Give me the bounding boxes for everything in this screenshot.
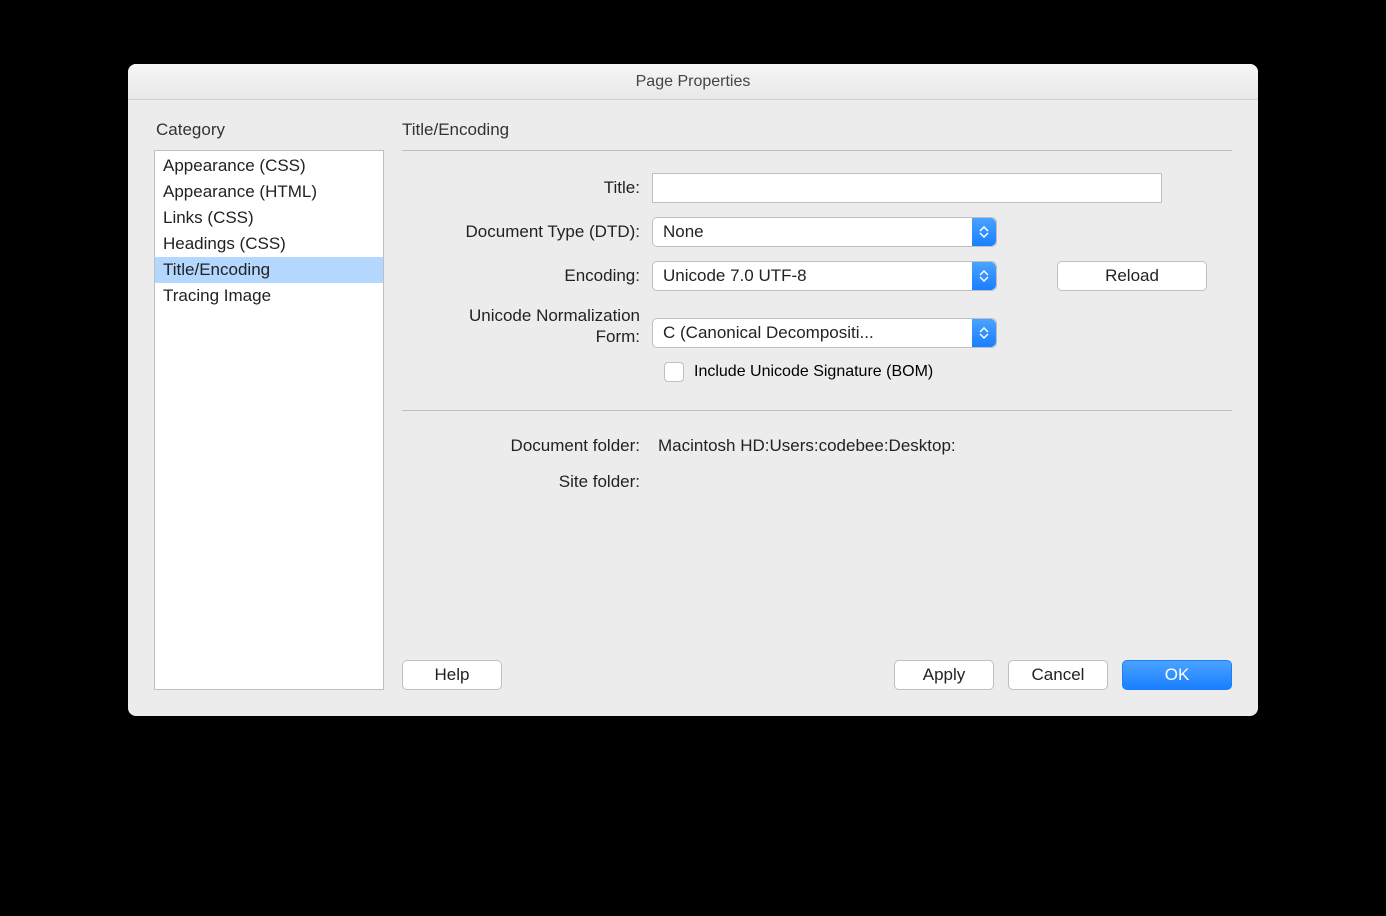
docfolder-value: Macintosh HD:Users:codebee:Desktop: [652, 433, 956, 459]
title-label: Title: [402, 177, 652, 198]
ok-button[interactable]: OK [1122, 660, 1232, 690]
category-heading: Category [156, 120, 384, 140]
row-dtd: Document Type (DTD): None [402, 217, 1232, 247]
titlebar: Page Properties [128, 64, 1258, 100]
dialog-content: Category Appearance (CSS) Appearance (HT… [128, 100, 1258, 716]
encoding-select[interactable]: Unicode 7.0 UTF-8 [652, 261, 997, 291]
encoding-label: Encoding: [402, 265, 652, 286]
window-title: Page Properties [636, 73, 751, 91]
button-bar: Help Apply Cancel OK [402, 636, 1232, 690]
bom-label: Include Unicode Signature (BOM) [694, 363, 933, 381]
updown-icon [972, 319, 996, 347]
dtd-label: Document Type (DTD): [402, 221, 652, 242]
dtd-value: None [663, 222, 704, 242]
row-docfolder: Document folder: Macintosh HD:Users:code… [402, 433, 1232, 459]
sidebar-item-appearance-html[interactable]: Appearance (HTML) [155, 179, 383, 205]
row-title: Title: [402, 173, 1232, 203]
sidebar-item-tracing-image[interactable]: Tracing Image [155, 283, 383, 309]
sidebar-item-headings-css[interactable]: Headings (CSS) [155, 231, 383, 257]
row-normalization: Unicode NormalizationForm: C (Canonical … [402, 305, 1232, 348]
normalization-label: Unicode NormalizationForm: [402, 305, 652, 348]
row-bom: Include Unicode Signature (BOM) [664, 362, 1232, 382]
form-area: Title: Document Type (DTD): None [402, 151, 1232, 392]
info-area: Document folder: Macintosh HD:Users:code… [402, 411, 1232, 505]
category-list[interactable]: Appearance (CSS) Appearance (HTML) Links… [154, 150, 384, 690]
main-panel: Title/Encoding Title: Document Type (DTD… [402, 118, 1232, 690]
sidebar-item-title-encoding[interactable]: Title/Encoding [155, 257, 383, 283]
cancel-button[interactable]: Cancel [1008, 660, 1108, 690]
encoding-value: Unicode 7.0 UTF-8 [663, 266, 807, 286]
sidebar: Category Appearance (CSS) Appearance (HT… [154, 118, 384, 690]
sidebar-item-links-css[interactable]: Links (CSS) [155, 205, 383, 231]
sitefolder-label: Site folder: [402, 469, 652, 495]
normalization-value: C (Canonical Decompositi... [663, 323, 874, 343]
apply-button[interactable]: Apply [894, 660, 994, 690]
reload-button[interactable]: Reload [1057, 261, 1207, 291]
bom-checkbox[interactable] [664, 362, 684, 382]
panel-title: Title/Encoding [402, 120, 1232, 140]
row-sitefolder: Site folder: [402, 469, 1232, 495]
sidebar-item-appearance-css[interactable]: Appearance (CSS) [155, 153, 383, 179]
row-encoding: Encoding: Unicode 7.0 UTF-8 Reload [402, 261, 1232, 291]
updown-icon [972, 262, 996, 290]
title-input[interactable] [652, 173, 1162, 203]
page-properties-window: Page Properties Category Appearance (CSS… [128, 64, 1258, 716]
updown-icon [972, 218, 996, 246]
dtd-select[interactable]: None [652, 217, 997, 247]
sitefolder-value [652, 469, 658, 495]
help-button[interactable]: Help [402, 660, 502, 690]
normalization-select[interactable]: C (Canonical Decompositi... [652, 318, 997, 348]
docfolder-label: Document folder: [402, 433, 652, 459]
